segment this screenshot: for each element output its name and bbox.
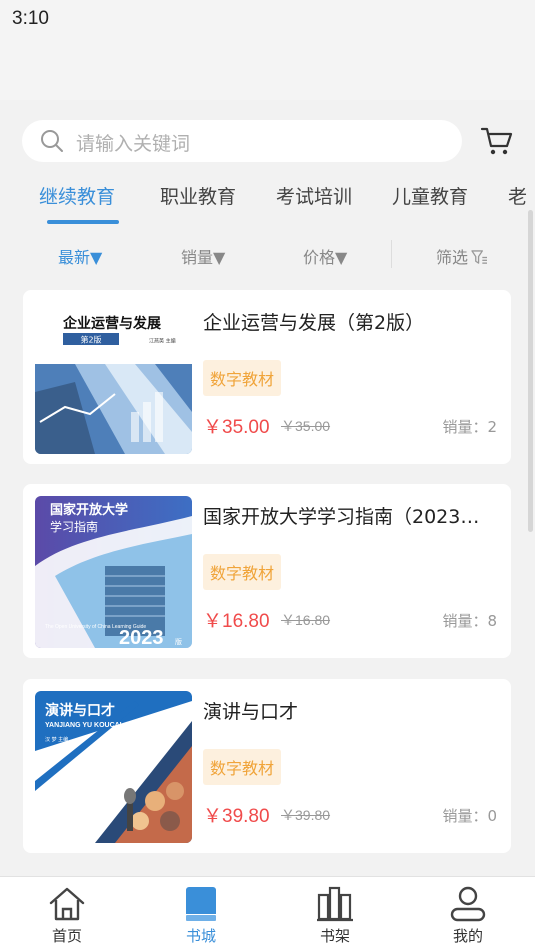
tab-exam-training[interactable]: 考试培训 — [276, 182, 352, 209]
book-cover-art: 演讲与口才 YANJIANG YU KOUCAI 汉 梦 主编 — [35, 691, 192, 843]
active-tab-indicator — [47, 220, 119, 224]
product-original-price: ￥16.80 — [281, 612, 331, 628]
cover-year-suffix: 版 — [175, 637, 182, 646]
nav-bookshelf[interactable]: 书架 — [268, 877, 402, 951]
category-tabs: 继续教育 职业教育 考试培训 儿童教育 老 — [0, 172, 535, 224]
product-sales: 销量：2 — [442, 418, 497, 436]
scrollbar[interactable] — [528, 210, 533, 532]
sort-sales[interactable]: 销量▼ — [181, 244, 225, 268]
tab-next-category[interactable]: 老 — [508, 182, 527, 209]
nav-home-label: 首页 — [51, 927, 82, 945]
book-icon — [186, 887, 216, 921]
tab-children-education[interactable]: 儿童教育 — [392, 182, 468, 209]
product-title[interactable]: 国家开放大学学习指南（2023版） — [203, 502, 493, 529]
home-icon — [49, 887, 85, 921]
tab-continuing-education[interactable]: 继续教育 — [39, 182, 115, 209]
product-original-price: ￥39.80 — [281, 807, 331, 823]
book-cover-art: 国家开放大学 学习指南 The Open University of China… — [35, 496, 192, 648]
book-store-content: 请输入关键词 继续教育 职业教育 考试培训 儿童教育 老 最新▼ 销量▼ 价格▼… — [0, 100, 535, 876]
product-original-price: ￥35.00 — [281, 418, 331, 434]
cart-icon[interactable] — [480, 124, 514, 158]
search-placeholder: 请输入关键词 — [76, 133, 191, 155]
cover-author: 江燕英 主编 — [149, 338, 176, 345]
book-cover[interactable]: 企业运营与发展 第2版 江燕英 主编 — [35, 302, 192, 454]
user-icon — [450, 886, 486, 922]
product-price: ￥16.80 — [203, 611, 270, 632]
status-bar: 3:10 — [0, 0, 535, 100]
product-price: ￥39.80 — [203, 806, 270, 827]
cover-pinyin: YANJIANG YU KOUCAI — [45, 722, 122, 729]
product-sales: 销量：8 — [442, 612, 497, 630]
bottom-navigation: 首页 书城 书架 我的 — [0, 876, 535, 951]
cover-title: 企业运营与发展 — [62, 315, 161, 332]
sort-bar: 最新▼ 销量▼ 价格▼ 筛选 — [0, 236, 535, 272]
filter-button[interactable]: 筛选 — [436, 244, 488, 268]
nav-bookshelf-label: 书架 — [319, 927, 350, 945]
nav-profile-label: 我的 — [452, 927, 483, 945]
product-card[interactable]: 演讲与口才 YANJIANG YU KOUCAI 汉 梦 主编 演讲与口才 数字… — [23, 679, 511, 853]
product-tag: 数字教材 — [203, 360, 282, 396]
product-card[interactable]: 国家开放大学 学习指南 The Open University of China… — [23, 484, 511, 658]
product-title[interactable]: 演讲与口才 — [203, 697, 493, 724]
book-cover[interactable]: 国家开放大学 学习指南 The Open University of China… — [35, 496, 192, 648]
nav-profile[interactable]: 我的 — [401, 877, 535, 951]
nav-bookstore-label: 书城 — [185, 927, 216, 945]
cover-edition: 第2版 — [80, 335, 101, 345]
cover-subtitle: 学习指南 — [50, 519, 98, 534]
cover-year: 2023 — [119, 627, 164, 648]
cover-author: 汉 梦 主编 — [45, 736, 68, 743]
nav-home[interactable]: 首页 — [0, 877, 134, 951]
product-title[interactable]: 企业运营与发展（第2版） — [203, 308, 493, 335]
search-icon — [41, 130, 63, 152]
product-sales: 销量：0 — [442, 807, 497, 825]
nav-bookstore[interactable]: 书城 — [134, 877, 268, 951]
sort-newest[interactable]: 最新▼ — [58, 244, 102, 268]
cover-title: 演讲与口才 — [45, 702, 115, 719]
book-cover[interactable]: 演讲与口才 YANJIANG YU KOUCAI 汉 梦 主编 — [35, 691, 192, 843]
status-time: 3:10 — [12, 8, 49, 29]
filter-label: 筛选 — [436, 248, 469, 267]
product-card[interactable]: 企业运营与发展 第2版 江燕英 主编 企业运营与发展（第2版） 数字教材 ￥35… — [23, 290, 511, 464]
search-bar[interactable]: 请输入关键词 — [22, 120, 462, 162]
product-tag: 数字教材 — [203, 749, 282, 785]
product-price: ￥35.00 — [203, 417, 270, 438]
sort-divider — [391, 240, 392, 268]
product-tag: 数字教材 — [203, 554, 282, 590]
book-cover-art: 企业运营与发展 第2版 江燕英 主编 — [35, 302, 192, 454]
cover-title: 国家开放大学 — [50, 502, 128, 518]
filter-icon — [471, 250, 488, 264]
tab-vocational-education[interactable]: 职业教育 — [160, 182, 236, 209]
sort-price[interactable]: 价格▼ — [303, 244, 347, 268]
bookshelf-icon — [317, 886, 353, 922]
